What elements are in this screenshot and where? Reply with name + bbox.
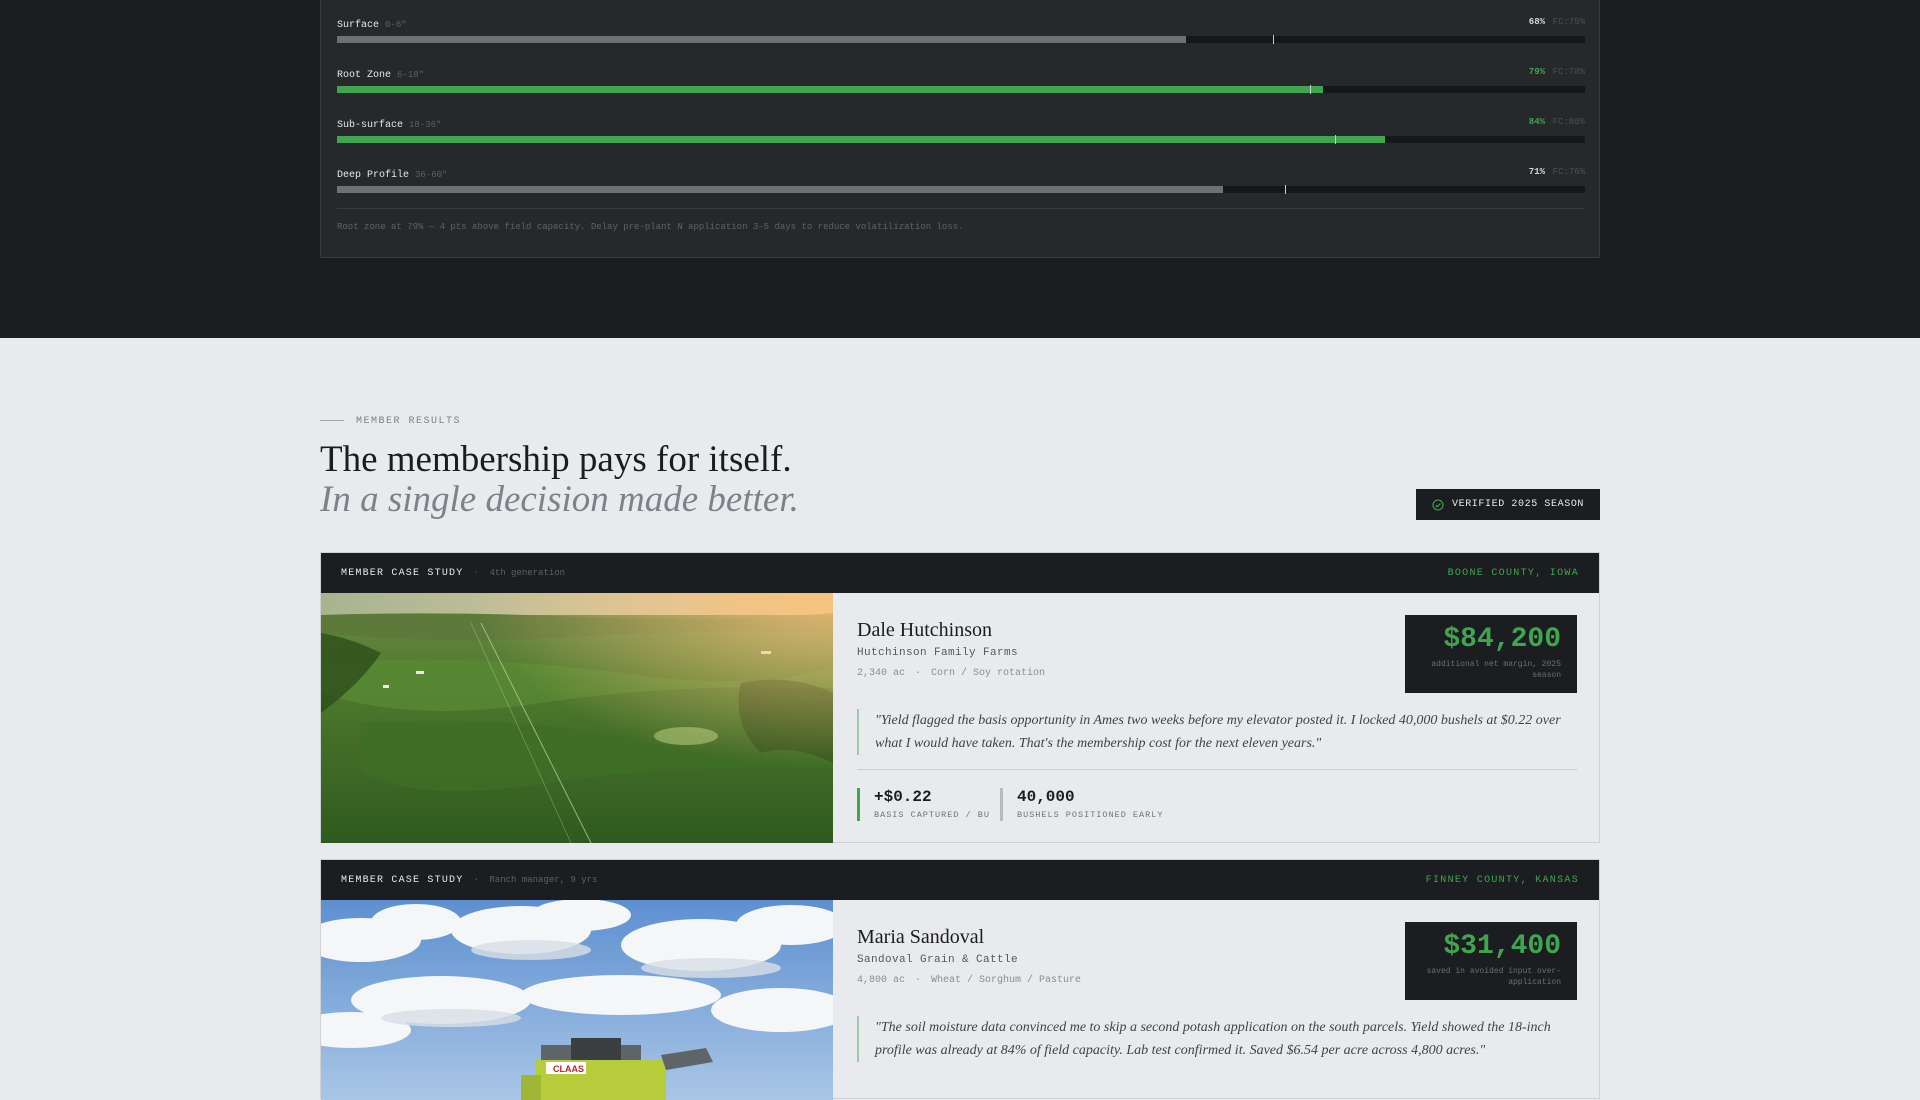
member-name: Maria Sandoval [857,926,985,948]
stat-value: +$0.22 [874,788,932,806]
stat-value: 40,000 [1017,788,1075,806]
moisture-track [337,85,1585,94]
farm-meta: 4,800 ac · Wheat / Sorghum / Pasture [857,975,1081,986]
layer-field-capacity: FC:78% [1552,67,1585,77]
moisture-track [337,185,1585,194]
combine-harvester-photo: CLAAS [321,900,833,1100]
savings-box: $84,200 additional net margin, 2025 seas… [1405,615,1577,693]
case-sublabel: Ranch manager, 9 yrs [489,875,598,885]
layer-field-capacity: FC:75% [1552,17,1585,27]
field-capacity-marker [1285,185,1286,194]
layer-depth: 18-36" [409,120,442,130]
savings-caption: additional net margin, 2025 season [1431,660,1561,680]
stat-caption: BASIS CAPTURED / BU [874,810,990,820]
case-location: BOONE COUNTY, IOWA [1447,567,1579,579]
crop-rotation: Corn / Soy rotation [931,668,1046,679]
moisture-fill [337,36,1186,43]
soil-moisture-panel: Surface 0-6" 68% FC:75% Root Zone 6-18" 79% FC:… [320,0,1600,258]
case-study-body: Dale Hutchinson Hutchinson Family Farms … [857,593,1577,843]
layer-depth: 0-6" [385,20,407,30]
case-label: MEMBER CASE STUDY [341,567,464,579]
section-subheadline: In a single decision made better. [320,479,799,520]
field-capacity-marker [1273,35,1274,44]
moisture-fill [337,86,1323,93]
layer-moisture-percent: 71% [1528,167,1545,177]
case-label: MEMBER CASE STUDY [341,874,464,886]
moisture-track [337,135,1585,144]
layer-field-capacity: FC:76% [1552,167,1585,177]
farm-name: Sandoval Grain & Cattle [857,954,1019,966]
eyebrow-rule [320,419,344,421]
stat-caption: BUSHELS POSITIONED EARLY [1017,810,1164,820]
member-name: Dale Hutchinson [857,619,992,641]
soil-advisory-note: Root zone at 79% — 4 pts above field cap… [337,208,1585,232]
farm-name: Hutchinson Family Farms [857,647,1019,659]
layer-name-text: Root Zone [337,70,392,81]
header-separator: · [473,874,480,886]
testimonial-quote: "The soil moisture data convinced me to … [857,1016,1577,1062]
case-sublabel: 4th generation [489,568,566,578]
section-headline: The membership pays for itself. [320,439,792,480]
layer-field-capacity: FC:80% [1552,117,1585,127]
layer-name: Surface 0-6" [337,20,407,31]
case-study-header: MEMBER CASE STUDY · 4th generation BOONE… [321,553,1599,593]
layer-depth: 6-18" [397,70,425,80]
savings-amount: $84,200 [1443,624,1561,655]
divider [857,769,1577,770]
case-study-body: Maria Sandoval Sandoval Grain & Cattle 4… [857,900,1577,1100]
case-location: FINNEY COUNTY, KANSAS [1425,874,1579,886]
header-separator: · [473,567,480,579]
case-study-card: MEMBER CASE STUDY · Ranch manager, 9 yrs… [320,859,1600,1100]
layer-moisture-percent: 68% [1528,17,1545,27]
savings-amount: $31,400 [1443,931,1561,962]
eyebrow-text: MEMBER RESULTS [356,416,462,427]
verified-season-badge: VERIFIED 2025 SEASON [1416,489,1600,520]
layer-name-text: Deep Profile [337,170,410,181]
field-capacity-marker [1310,85,1311,94]
savings-box: $31,400 saved in avoided input over-appl… [1405,922,1577,1000]
field-capacity-marker [1335,135,1336,144]
acreage: 2,340 ac [857,668,906,679]
section-eyebrow: MEMBER RESULTS [320,416,461,427]
stat-basis: +$0.22 BASIS CAPTURED / BU [857,788,990,821]
machine-brand-text: CLAAS [553,1064,584,1074]
soil-section: Surface 0-6" 68% FC:75% Root Zone 6-18" 79% FC:… [0,0,1920,338]
acreage: 4,800 ac [857,975,906,986]
layer-name: Sub-surface 18-36" [337,120,441,131]
farm-aerial-photo [321,593,833,843]
testimonial-quote: "Yield flagged the basis opportunity in … [857,709,1577,755]
check-circle-icon [1432,498,1444,511]
layer-name-text: Surface [337,20,380,31]
moisture-fill [337,136,1385,143]
meta-dot: · [915,975,922,986]
farm-meta: 2,340 ac · Corn / Soy rotation [857,668,1045,679]
crop-rotation: Wheat / Sorghum / Pasture [931,975,1082,986]
layer-depth: 36-60" [415,170,448,180]
meta-dot: · [915,668,922,679]
layer-moisture-percent: 79% [1528,67,1545,77]
layer-moisture-percent: 84% [1528,117,1545,127]
badge-label: VERIFIED 2025 SEASON [1452,499,1585,510]
moisture-fill [337,186,1223,193]
case-study-header: MEMBER CASE STUDY · Ranch manager, 9 yrs… [321,860,1599,900]
layer-name: Root Zone 6-18" [337,70,424,81]
savings-caption: saved in avoided input over-application [1426,967,1561,987]
layer-name: Deep Profile 36-60" [337,170,447,181]
moisture-track [337,35,1585,44]
layer-name-text: Sub-surface [337,120,404,131]
stat-bushels: 40,000 BUSHELS POSITIONED EARLY [1000,788,1163,821]
case-study-card: MEMBER CASE STUDY · 4th generation BOONE… [320,552,1600,843]
